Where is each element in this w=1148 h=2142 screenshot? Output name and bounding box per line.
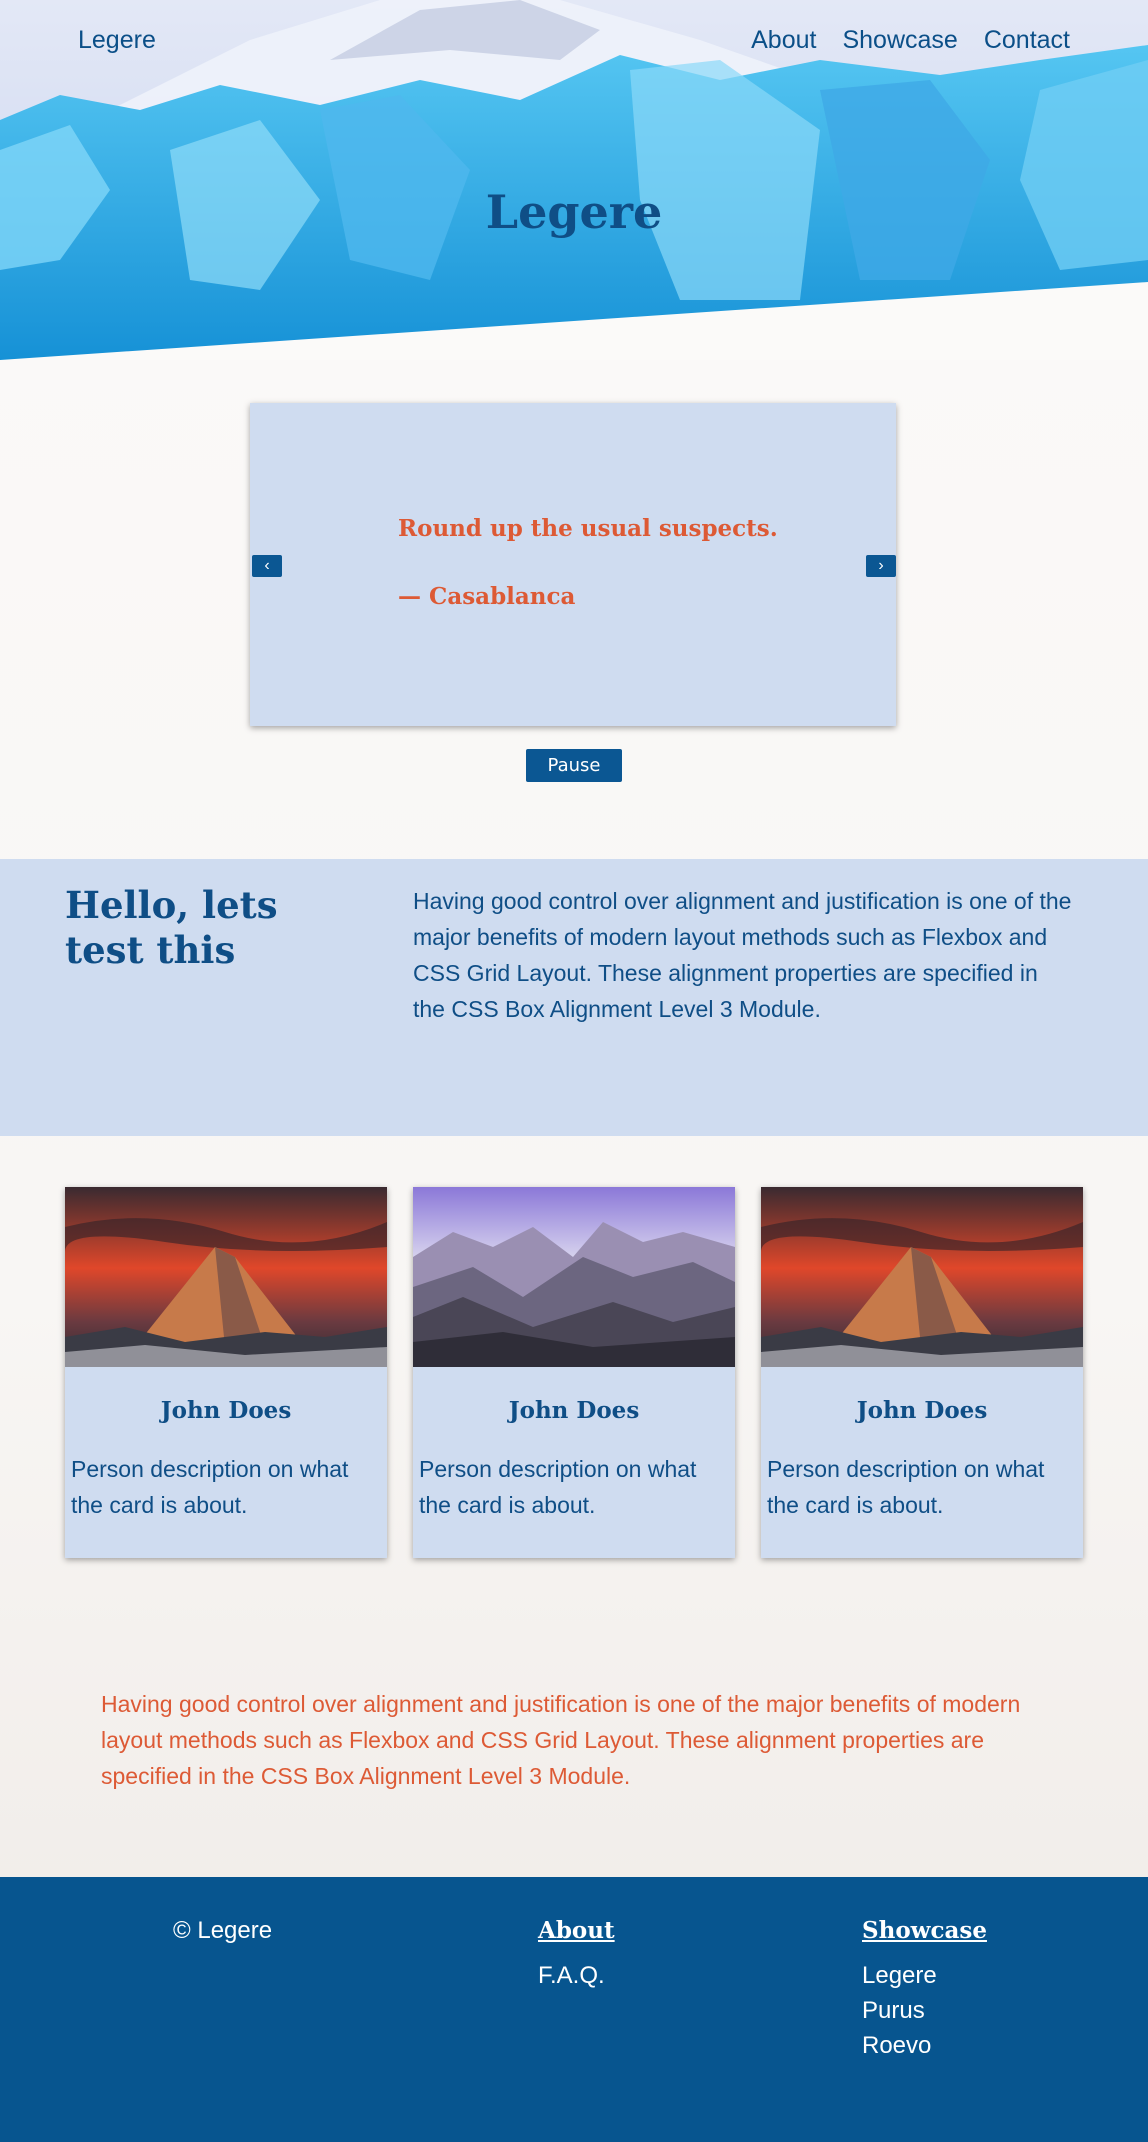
card-title: John Does [160,1397,292,1424]
site-logo[interactable]: Legere [78,26,156,55]
mountain-sunset-image [761,1187,1083,1367]
hero-banner: Legere About Showcase Contact Legere [0,0,1148,360]
card-title: John Does [508,1397,640,1424]
page-title: Legere [485,185,663,239]
carousel-prev-button[interactable]: ‹ [252,555,282,577]
nav-link-about[interactable]: About [751,26,816,55]
carousel-next-button[interactable]: › [866,555,896,577]
card-description: Person description on what the card is a… [419,1456,697,1518]
quote-carousel: Round up the usual suspects. — Casablanc… [250,403,896,726]
card-description: Person description on what the card is a… [767,1456,1045,1518]
footer-link-legere[interactable]: Legere [862,1958,987,1993]
footer-showcase-column: Showcase Legere Purus Roevo [862,1917,987,2063]
nav-link-showcase[interactable]: Showcase [842,26,957,55]
person-card: John Does Person description on what the… [761,1187,1083,1558]
card-title: John Does [856,1397,988,1424]
person-card: John Does Person description on what the… [413,1187,735,1558]
footer-link-roevo[interactable]: Roevo [862,2028,987,2063]
footer-about-column: About F.A.Q. [538,1917,615,1993]
carousel-pause-button[interactable]: Pause [526,749,622,782]
carousel-quote-source: — Casablanca [398,583,576,610]
intro-text: Having good control over alignment and j… [413,888,1072,1022]
person-card: John Does Person description on what the… [65,1187,387,1558]
footer-about-heading[interactable]: About [538,1917,615,1944]
card-description: Person description on what the card is a… [71,1456,349,1518]
intro-heading: Hello, lets test this [65,883,278,972]
mountain-range-image [413,1187,735,1367]
carousel-quote: Round up the usual suspects. [398,515,778,542]
footer-link-purus[interactable]: Purus [862,1993,987,2028]
intro-section: Hello, lets test this Having good contro… [0,859,1148,1136]
main-nav: About Showcase Contact [751,26,1070,55]
closing-paragraph: Having good control over alignment and j… [101,1691,1021,1789]
footer-link-faq[interactable]: F.A.Q. [538,1958,615,1993]
footer-copyright: © Legere [173,1917,273,1944]
site-footer: © Legere About F.A.Q. Showcase Legere Pu… [0,1877,1148,2142]
mountain-sunset-image [65,1187,387,1367]
footer-showcase-heading[interactable]: Showcase [862,1917,987,1944]
nav-link-contact[interactable]: Contact [984,26,1070,55]
